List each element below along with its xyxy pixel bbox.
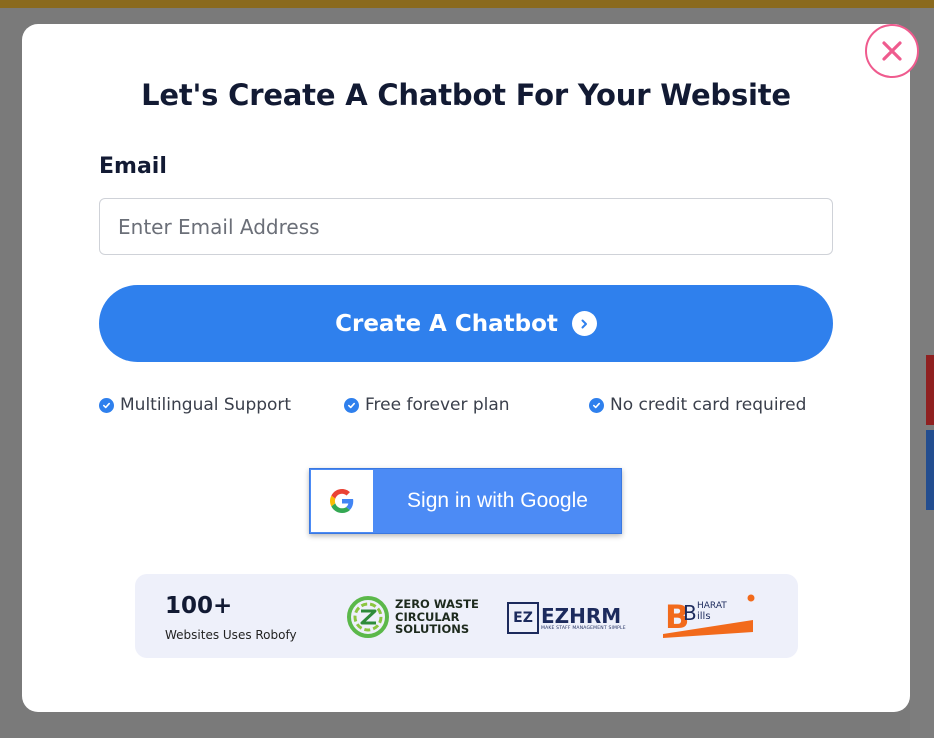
- feature-no-credit-card: No credit card required: [589, 395, 806, 415]
- logo-text-line: SOLUTIONS: [395, 622, 470, 637]
- chevron-right-circle-icon: [571, 311, 597, 336]
- trust-count: 100+: [165, 593, 233, 619]
- ezhrm-logo: EZ EZHRM MAKE STAFF MANAGEMENT SIMPLE: [507, 602, 626, 634]
- close-button[interactable]: [865, 24, 919, 78]
- google-logo-icon: [310, 469, 374, 533]
- trust-banner: 100+ Websites Uses Robofy ZERO WASTE CIR…: [135, 574, 798, 658]
- svg-text:HARAT: HARAT: [697, 601, 727, 611]
- email-field[interactable]: [99, 198, 833, 255]
- svg-text:ills: ills: [697, 611, 711, 622]
- feature-label: No credit card required: [610, 395, 807, 415]
- bharat-bills-emblem-icon: B B HARAT ills: [663, 594, 755, 638]
- create-chatbot-label: Create A Chatbot: [335, 310, 558, 337]
- feature-list: Multilingual Support Free forever plan N…: [22, 395, 910, 419]
- svg-text:B: B: [683, 601, 697, 625]
- modal-title: Let's Create A Chatbot For Your Website: [141, 78, 791, 112]
- check-circle-icon: [99, 397, 114, 413]
- feature-free-plan: Free forever plan: [344, 395, 510, 415]
- check-circle-icon: [344, 397, 359, 413]
- signup-modal: Let's Create A Chatbot For Your Website …: [22, 24, 910, 712]
- google-signin-label: Sign in with Google: [407, 489, 588, 512]
- check-circle-icon: [589, 397, 604, 413]
- bharat-bills-logo: B B HARAT ills: [661, 594, 757, 642]
- background-decoration: [926, 355, 934, 425]
- email-label: Email: [99, 154, 167, 179]
- create-chatbot-button[interactable]: Create A Chatbot: [99, 285, 833, 362]
- ezhrm-badge: EZ: [507, 602, 539, 634]
- background-decoration: [926, 430, 934, 510]
- google-signin-button[interactable]: Sign in with Google: [309, 468, 622, 534]
- logo-text-line: ZERO WASTE: [395, 597, 479, 612]
- close-icon: [882, 41, 902, 61]
- feature-multilingual: Multilingual Support: [99, 395, 291, 415]
- feature-label: Multilingual Support: [120, 395, 292, 415]
- zero-waste-emblem-icon: [347, 596, 389, 638]
- feature-label: Free forever plan: [365, 395, 510, 415]
- ezhrm-tagline: MAKE STAFF MANAGEMENT SIMPLE: [541, 625, 626, 631]
- zero-waste-logo: ZERO WASTE CIRCULAR SOLUTIONS: [347, 596, 479, 638]
- background-page-header: [0, 0, 934, 8]
- trust-caption: Websites Uses Robofy: [165, 628, 297, 642]
- ezhrm-name: EZHRM: [541, 603, 622, 628]
